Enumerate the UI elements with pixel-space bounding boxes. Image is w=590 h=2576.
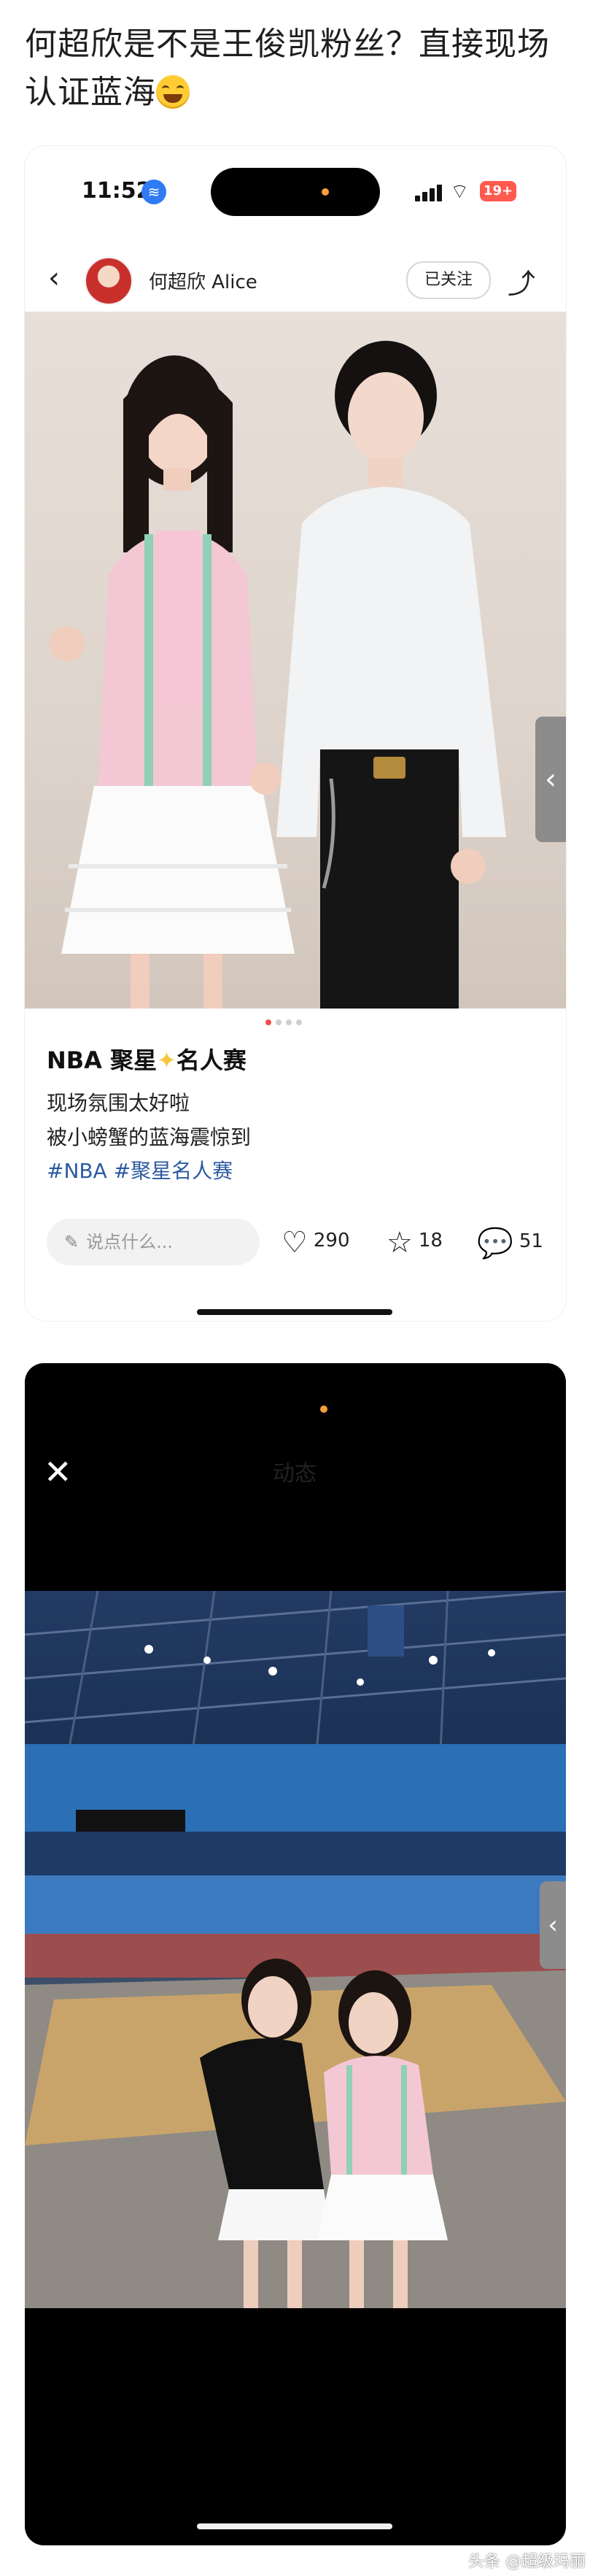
carousel-dot — [296, 1019, 302, 1025]
arena-scene — [25, 1591, 566, 2308]
home-indicator — [197, 1309, 392, 1315]
grinning-sweat-emoji-icon — [156, 75, 190, 109]
carousel-dot — [286, 1019, 292, 1025]
comments-button[interactable]: 💬 51 — [477, 1226, 543, 1260]
signal-icon — [415, 182, 444, 201]
favorite-count: 18 — [418, 1230, 443, 1252]
status-bar: 11:52 ≋ ⌔ 19+ — [25, 146, 566, 241]
arena-photo[interactable]: ‹ — [25, 1591, 566, 2308]
carousel-dot — [265, 1019, 271, 1025]
close-icon[interactable]: ✕ — [44, 1452, 72, 1492]
avatar[interactable] — [85, 257, 133, 305]
post-photo[interactable]: ‹ — [25, 312, 566, 1009]
headline-text: 何超欣是不是王俊凯粉丝？直接现场认证蓝海 — [25, 26, 550, 111]
wifi-icon: ⌔ — [450, 180, 470, 204]
privacy-dot-icon — [322, 188, 329, 196]
chat-bubble-icon: 💬 — [477, 1227, 513, 1260]
phone-screenshot-post: 11:52 ≋ ⌔ 19+ ‹ 何超欣 Alice 已关注 ⤴ ‹ NBA 聚星… — [25, 146, 566, 1321]
side-panel-handle[interactable]: ‹ — [535, 717, 566, 842]
two-people-photo — [50, 341, 506, 1009]
viewer-title: 动态 — [273, 1461, 317, 1486]
star-sparkle-icon: ✦ — [157, 1046, 176, 1074]
post-title-suffix: 名人赛 — [176, 1046, 247, 1074]
source-watermark: 头条 @超级玛丽 — [468, 2553, 586, 2571]
heart-icon: ♡ — [282, 1226, 308, 1260]
phone-screenshot-viewer: ✕ 动态 ‹ — [25, 1363, 566, 2545]
carousel-indicator — [265, 1014, 324, 1025]
side-panel-handle[interactable]: ‹ — [540, 1881, 566, 1969]
share-icon[interactable]: ⤴ — [508, 261, 535, 301]
pencil-icon: ✎ — [64, 1232, 79, 1252]
post-hashtags[interactable]: #NBA #聚星名人赛 — [47, 1155, 233, 1184]
dynamic-island — [211, 168, 380, 216]
like-button[interactable]: ♡ 290 — [282, 1226, 350, 1260]
favorite-button[interactable]: ☆ 18 — [387, 1226, 443, 1260]
privacy-dot-icon — [320, 1405, 327, 1413]
carousel-dot — [276, 1019, 282, 1025]
post-body-line: 被小螃蟹的蓝海震惊到 — [47, 1125, 252, 1149]
home-indicator — [197, 2523, 392, 2529]
back-arrow-icon[interactable]: ‹ — [48, 261, 60, 295]
comment-placeholder: 说点什么... — [86, 1232, 173, 1252]
following-button[interactable]: 已关注 — [406, 261, 491, 299]
star-icon: ☆ — [387, 1226, 413, 1260]
post-body-line: 现场氛围太好啦 — [47, 1091, 190, 1115]
comment-input[interactable]: ✎ 说点什么... — [47, 1219, 260, 1265]
battery-icon: 19+ — [480, 181, 516, 201]
profile-header: ‹ 何超欣 Alice 已关注 ⤴ — [25, 241, 566, 321]
post-title: NBA 聚星✦名人赛 — [47, 1042, 247, 1076]
comment-count: 51 — [519, 1230, 543, 1252]
username[interactable]: 何超欣 Alice — [149, 267, 257, 294]
article-headline: 何超欣是不是王俊凯粉丝？直接现场认证蓝海 — [25, 20, 564, 117]
like-count: 290 — [313, 1230, 350, 1252]
post-title-prefix: NBA 聚星 — [47, 1046, 158, 1074]
audio-wave-icon: ≋ — [141, 180, 166, 204]
